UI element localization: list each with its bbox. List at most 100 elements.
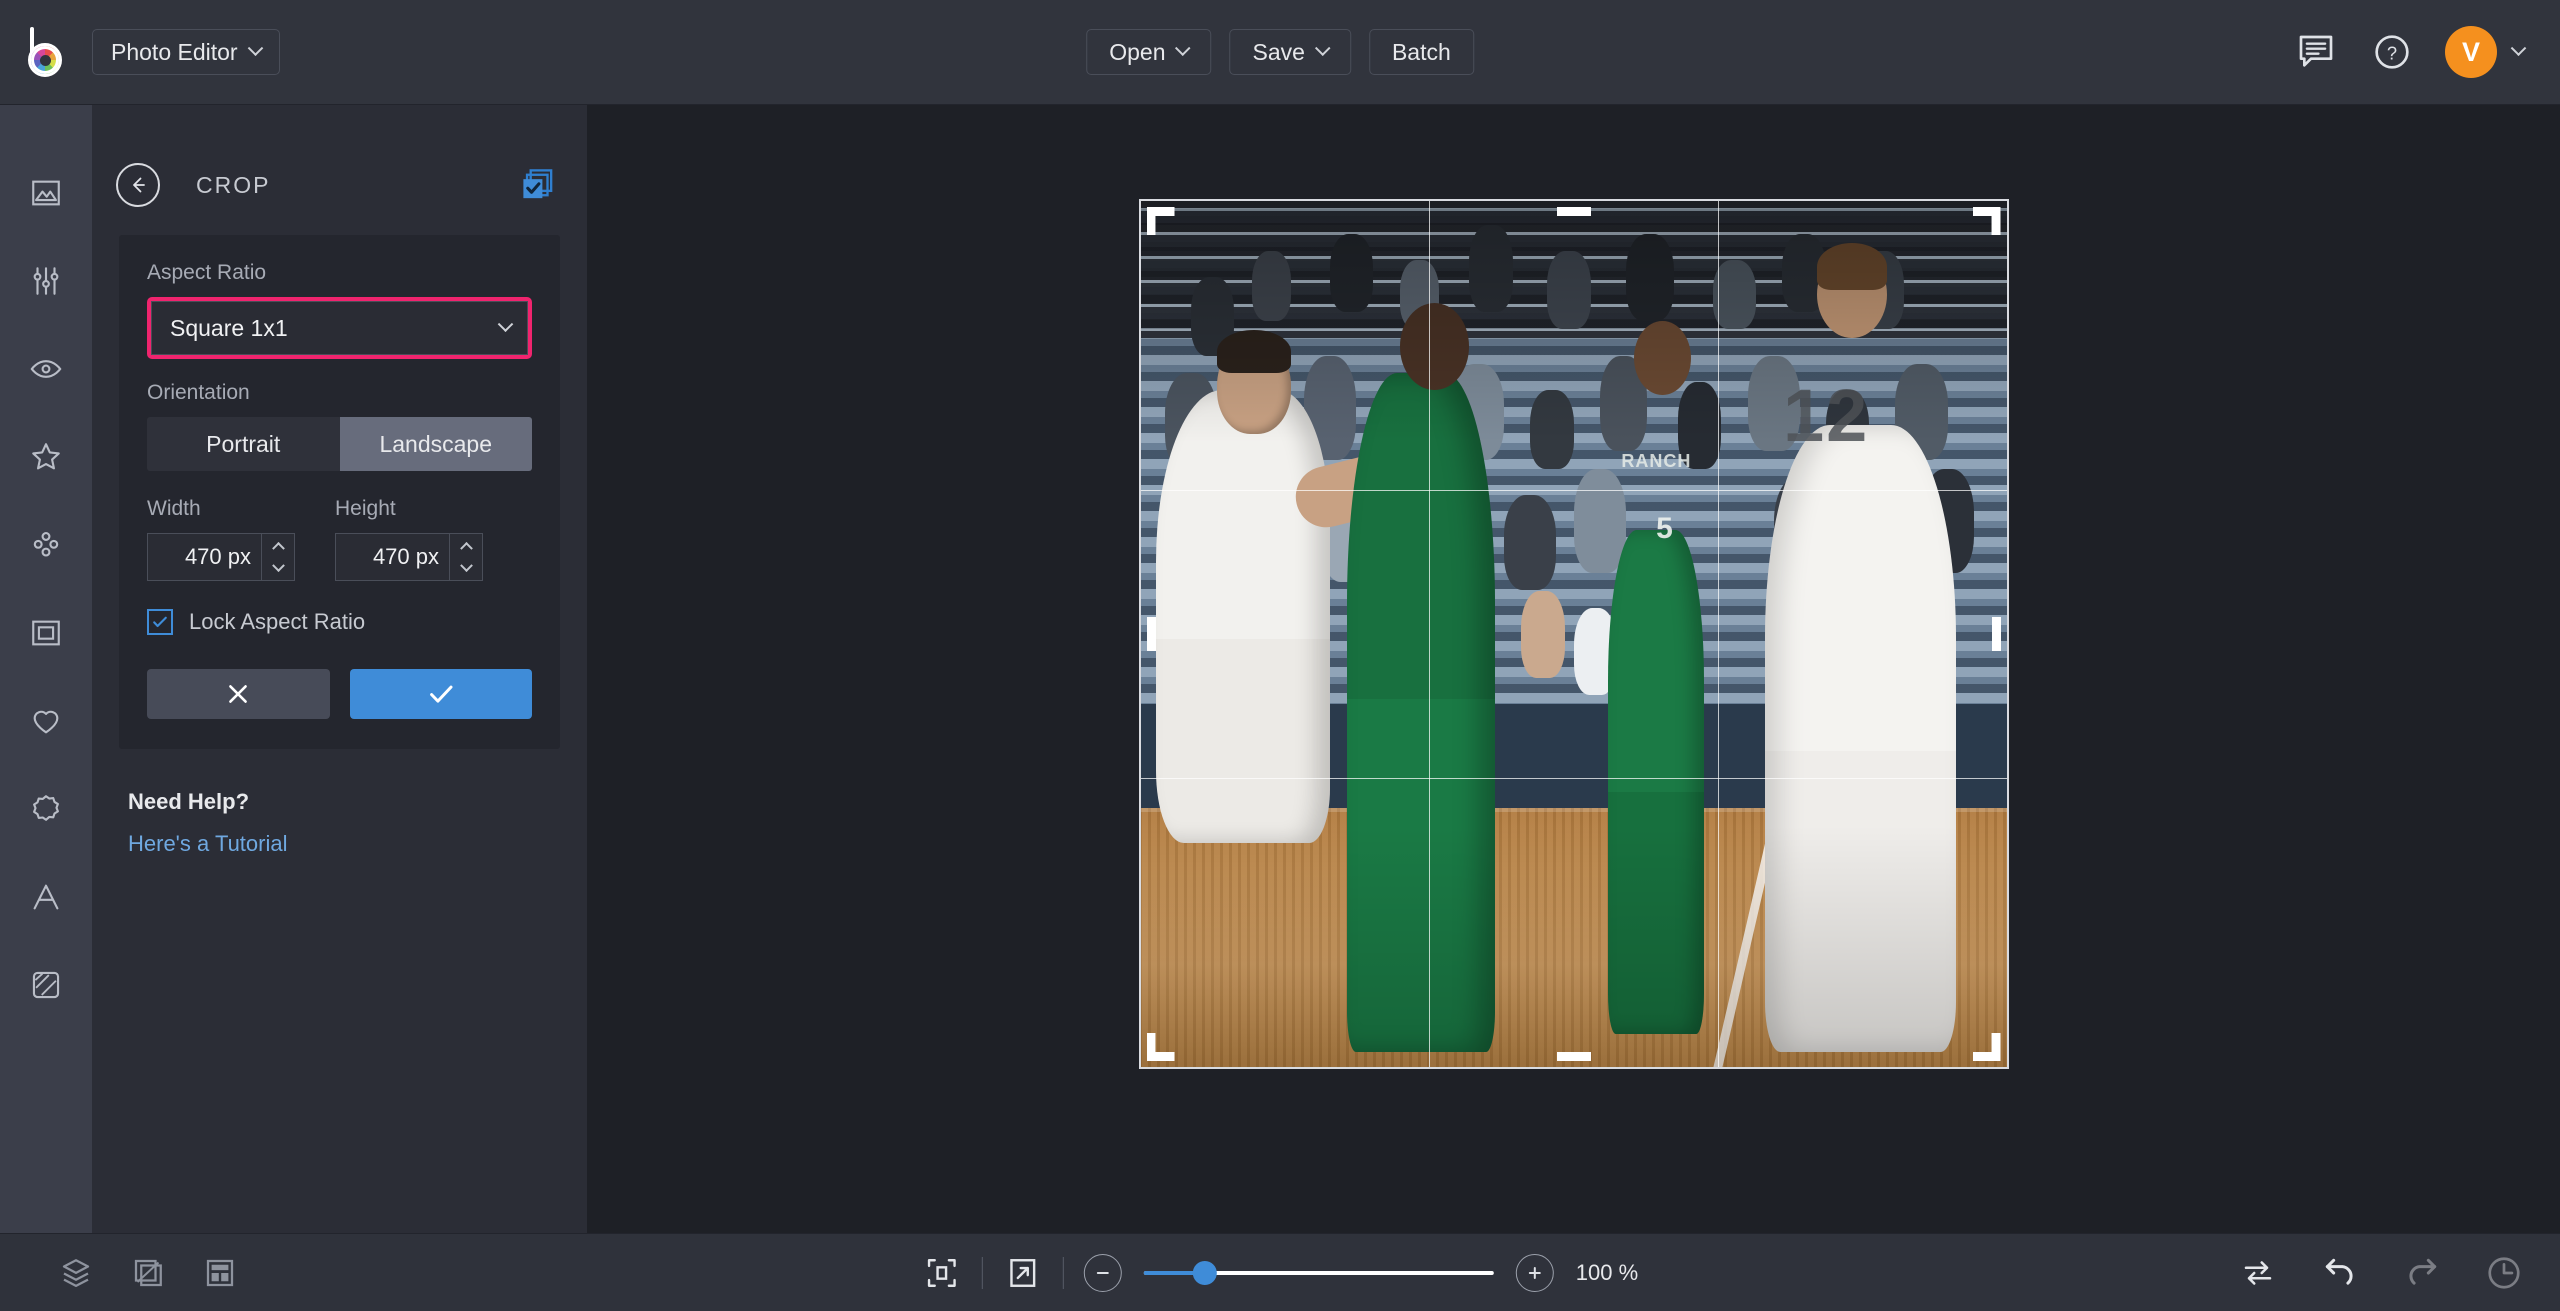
crop-handle-top[interactable] xyxy=(1556,207,1591,216)
help-icon: ? xyxy=(2375,35,2409,69)
save-button[interactable]: Save xyxy=(1229,29,1351,75)
chevron-down-icon xyxy=(497,315,514,332)
feedback-button[interactable] xyxy=(2293,29,2339,75)
height-input[interactable] xyxy=(335,533,449,581)
orientation-label: Orientation xyxy=(147,381,250,404)
batch-button[interactable]: Batch xyxy=(1368,29,1474,75)
orientation-segmented-control: Portrait Landscape xyxy=(147,417,532,471)
compare-button[interactable] xyxy=(128,1253,168,1293)
aspect-ratio-label: Aspect Ratio xyxy=(147,261,267,284)
top-toolbar: Photo Editor Open Save Batch ? V xyxy=(0,0,2560,105)
width-decrement-button[interactable] xyxy=(262,557,294,580)
apply-button[interactable] xyxy=(349,669,532,719)
dimensions-row: Width Height xyxy=(147,497,532,581)
fit-to-screen-button[interactable] xyxy=(922,1253,962,1293)
tool-rail xyxy=(0,105,92,1233)
back-button[interactable] xyxy=(116,163,160,207)
width-increment-button[interactable] xyxy=(262,534,294,557)
history-button[interactable] xyxy=(2484,1253,2524,1293)
redo-button[interactable] xyxy=(2402,1253,2442,1293)
zoom-in-button[interactable] xyxy=(1515,1253,1554,1292)
lock-aspect-ratio-row[interactable]: Lock Aspect Ratio xyxy=(147,609,532,635)
layers-icon xyxy=(62,1258,90,1287)
svg-text:?: ? xyxy=(2387,43,2397,64)
minus-icon xyxy=(1096,1271,1109,1274)
aspect-ratio-value: Square 1x1 xyxy=(170,314,288,341)
sidebar-item-adjust[interactable] xyxy=(18,253,74,309)
sidebar-item-badges[interactable] xyxy=(18,781,74,837)
crop-panel: CROP Aspect Ratio Square 1x1 Orientation… xyxy=(92,105,587,1233)
tutorial-link[interactable]: Here's a Tutorial xyxy=(128,831,587,857)
batch-label: Batch xyxy=(1391,38,1451,65)
check-icon xyxy=(153,616,167,628)
expand-icon xyxy=(1010,1258,1036,1287)
zoom-out-button[interactable] xyxy=(1083,1253,1122,1292)
help-button[interactable]: ? xyxy=(2369,29,2415,75)
plus-icon xyxy=(1528,1266,1541,1279)
lock-aspect-ratio-label: Lock Aspect Ratio xyxy=(189,609,366,634)
close-icon xyxy=(229,685,248,703)
dots-icon xyxy=(33,532,59,557)
aspect-ratio-select[interactable]: Square 1x1 xyxy=(151,301,528,355)
orientation-landscape-button[interactable]: Landscape xyxy=(339,417,532,471)
sidebar-item-image[interactable] xyxy=(18,165,74,221)
app-switcher-button[interactable]: Photo Editor xyxy=(92,29,280,75)
top-right-actions: ? V xyxy=(2293,26,2560,78)
lock-aspect-ratio-checkbox[interactable] xyxy=(147,609,173,635)
crop-handle-right[interactable] xyxy=(1991,617,2001,651)
zoom-value: 100 % xyxy=(1575,1259,1639,1285)
heart-icon xyxy=(33,710,59,734)
page-title: CROP xyxy=(196,171,271,198)
crop-handle-bottom[interactable] xyxy=(1556,1052,1591,1061)
width-group: Width xyxy=(147,497,307,581)
chevron-down-icon xyxy=(1314,39,1331,56)
swap-button[interactable] xyxy=(2238,1253,2278,1293)
apply-to-all-icon xyxy=(523,169,553,199)
crop-actions xyxy=(147,669,532,719)
logo-container xyxy=(0,27,92,77)
sidebar-item-textures[interactable] xyxy=(18,517,74,573)
sidebar-item-draw[interactable] xyxy=(18,957,74,1013)
aspect-ratio-highlight: Square 1x1 xyxy=(147,297,532,359)
width-input[interactable] xyxy=(147,533,261,581)
apply-to-all-button[interactable] xyxy=(519,166,557,204)
photo-editor-app: Photo Editor Open Save Batch ? V CROP As… xyxy=(0,0,2560,1311)
fullscreen-button[interactable] xyxy=(1003,1253,1043,1293)
chat-icon xyxy=(2299,35,2333,67)
zoom-slider-knob[interactable] xyxy=(1192,1260,1217,1285)
back-arrow-icon xyxy=(133,177,145,193)
sidebar-item-effects[interactable] xyxy=(18,341,74,397)
sidebar-item-overlays[interactable] xyxy=(18,429,74,485)
save-label: Save xyxy=(1252,38,1305,65)
layout-button[interactable] xyxy=(200,1253,240,1293)
cancel-button[interactable] xyxy=(147,669,330,719)
history-icon xyxy=(2488,1256,2520,1289)
layers-button[interactable] xyxy=(56,1253,96,1293)
avatar[interactable]: V xyxy=(2445,26,2497,78)
open-label: Open xyxy=(1109,38,1166,65)
badge-icon xyxy=(33,795,59,821)
canvas-area[interactable]: RANCH 5 12 xyxy=(587,105,2560,1233)
sidebar-item-stickers[interactable] xyxy=(18,693,74,749)
open-button[interactable]: Open xyxy=(1086,29,1212,75)
fit-to-screen-icon xyxy=(927,1258,956,1287)
sidebar-item-frames[interactable] xyxy=(18,605,74,661)
height-decrement-button[interactable] xyxy=(450,557,482,580)
height-increment-button[interactable] xyxy=(450,534,482,557)
height-stepper xyxy=(335,533,483,581)
crop-region[interactable]: RANCH 5 12 xyxy=(1138,199,2009,1069)
undo-button[interactable] xyxy=(2320,1253,2360,1293)
width-stepper xyxy=(147,533,295,581)
app-switcher-label: Photo Editor xyxy=(111,38,238,65)
bonanza-logo xyxy=(23,27,69,77)
height-group: Height xyxy=(335,497,483,581)
crop-handle-left[interactable] xyxy=(1146,617,1156,651)
account-chevron-down-icon[interactable] xyxy=(2510,39,2527,56)
help-title: Need Help? xyxy=(128,789,250,814)
sidebar-item-text[interactable] xyxy=(18,869,74,925)
orientation-portrait-button[interactable]: Portrait xyxy=(147,417,340,471)
star-icon xyxy=(32,443,60,470)
zoom-slider[interactable] xyxy=(1143,1260,1494,1285)
chevron-down-icon xyxy=(1175,39,1191,56)
check-icon xyxy=(429,685,453,703)
